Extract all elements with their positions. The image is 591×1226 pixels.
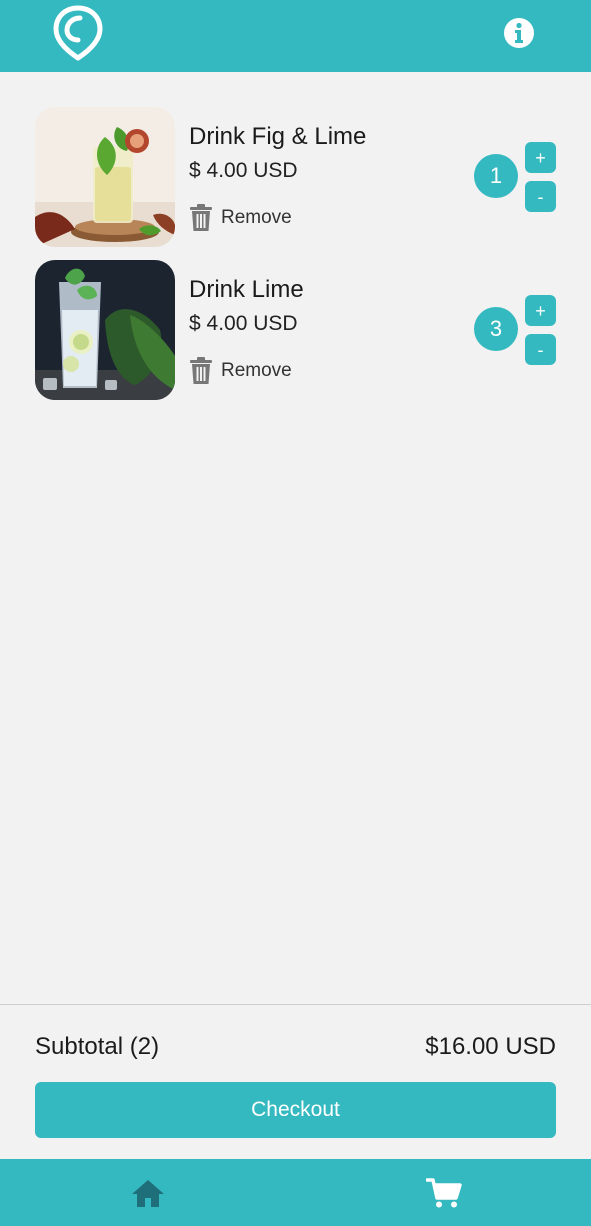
product-price: $ 4.00 USD xyxy=(189,159,298,182)
cart-icon[interactable] xyxy=(426,1177,462,1209)
product-image-lime-drink xyxy=(35,260,175,400)
cart-item: Drink Fig & Lime $ 4.00 USD Remove 1 + - xyxy=(35,107,556,247)
quantity-badge: 1 xyxy=(474,154,518,198)
location-pin-logo xyxy=(53,5,103,61)
subtotal-label: Subtotal (2) xyxy=(35,1033,160,1060)
quantity-badge: 3 xyxy=(474,307,518,351)
order-summary: Subtotal (2) $16.00 USD Checkout xyxy=(0,1004,591,1159)
increase-quantity-button[interactable]: + xyxy=(525,295,556,326)
decrease-quantity-button[interactable]: - xyxy=(525,181,556,212)
decrease-quantity-button[interactable]: - xyxy=(525,334,556,365)
remove-label: Remove xyxy=(221,207,292,228)
product-name: Drink Lime xyxy=(189,276,304,303)
home-icon[interactable] xyxy=(130,1177,166,1209)
trash-icon xyxy=(190,357,212,384)
subtotal-value: $16.00 USD xyxy=(425,1033,556,1060)
trash-icon xyxy=(190,204,212,231)
increase-quantity-button[interactable]: + xyxy=(525,142,556,173)
product-image-fig-lime-drink xyxy=(35,107,175,247)
remove-button[interactable]: Remove xyxy=(189,356,292,386)
product-name: Drink Fig & Lime xyxy=(189,123,367,150)
remove-label: Remove xyxy=(221,360,292,381)
product-price: $ 4.00 USD xyxy=(189,312,298,335)
top-app-bar xyxy=(0,0,591,72)
cart-item: Drink Lime $ 4.00 USD Remove 3 + - xyxy=(35,260,556,400)
remove-button[interactable]: Remove xyxy=(189,203,292,233)
checkout-button[interactable]: Checkout xyxy=(35,1082,556,1138)
bottom-navigation xyxy=(0,1159,591,1226)
info-icon[interactable] xyxy=(502,16,536,50)
